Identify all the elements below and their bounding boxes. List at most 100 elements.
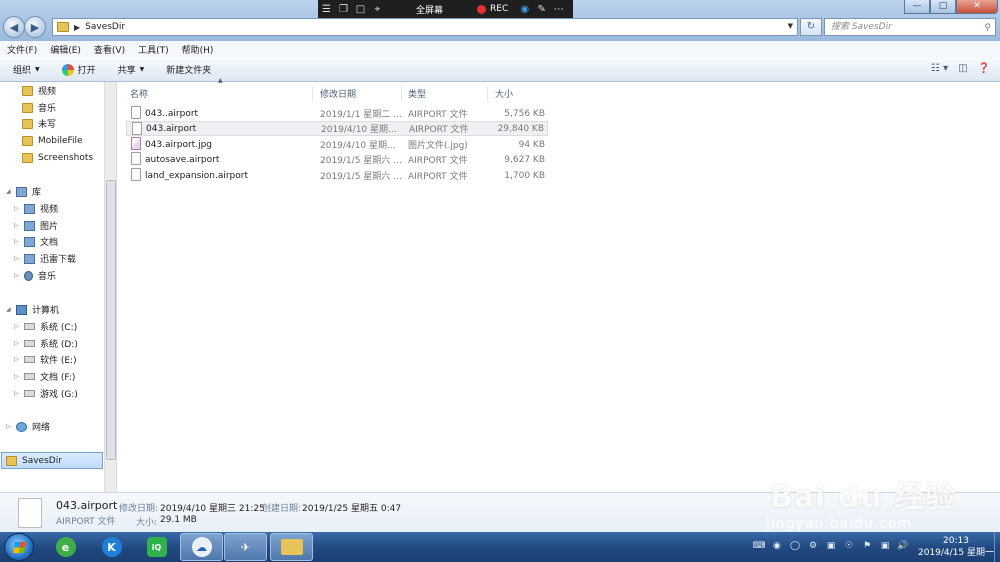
expand-arrow-icon[interactable]: ▷ — [6, 423, 14, 430]
nav-item-lib-videos[interactable]: ▷ 视频 — [14, 201, 58, 216]
expand-arrow-icon[interactable]: ▷ — [14, 205, 22, 212]
nav-scroll-thumb[interactable] — [106, 180, 116, 460]
file-row-selected[interactable]: 043.airport 2019/4/10 星期... AIRPORT 文件 2… — [126, 121, 548, 136]
address-dropdown-icon[interactable]: ▼ — [788, 22, 793, 30]
nav-item-drive-e[interactable]: ▷ 软件 (E:) — [14, 352, 77, 367]
nav-label: 系统 (D:) — [40, 340, 78, 350]
tray-app-icon[interactable]: ◉ — [770, 541, 784, 553]
expand-arrow-icon[interactable]: ▷ — [14, 373, 22, 380]
nav-item-drive-g[interactable]: ▷ 游戏 (G:) — [14, 386, 78, 401]
record-tray-icon[interactable]: ◯ — [788, 541, 802, 553]
nav-item-lib-pictures[interactable]: ▷ 图片 — [14, 218, 58, 233]
preview-pane-icon[interactable]: ◫ — [958, 63, 967, 74]
steam-icon[interactable]: ⚙ — [806, 541, 820, 553]
expand-arrow-icon[interactable]: ▷ — [14, 340, 22, 347]
share-button[interactable]: 共享 ▼ — [118, 63, 145, 76]
nav-item-libraries[interactable]: ◢ 库 — [6, 184, 41, 199]
column-header-date[interactable]: 修改日期 — [320, 87, 356, 100]
menu-help[interactable]: 帮助(H) — [182, 43, 214, 56]
breadcrumb-chevron-icon[interactable]: ▶ — [74, 23, 80, 32]
refresh-button[interactable]: ↻ — [800, 18, 822, 36]
nav-item-computer[interactable]: ◢ 计算机 — [6, 302, 59, 317]
security-icon[interactable]: ☉ — [842, 541, 856, 553]
nav-item-network[interactable]: ▷ 网络 — [6, 419, 50, 434]
window-mode-icon[interactable]: ❐ — [335, 4, 352, 15]
menu-view[interactable]: 查看(V) — [94, 43, 125, 56]
nav-item-lib-documents[interactable]: ▷ 文档 — [14, 234, 58, 249]
organize-button[interactable]: 组织 ▼ — [13, 63, 40, 76]
expand-arrow-icon[interactable]: ▷ — [14, 238, 22, 245]
keyboard-icon[interactable]: ⌨ — [752, 541, 766, 553]
pen-icon[interactable]: ✎ — [533, 4, 550, 15]
forward-button[interactable]: ▶ — [24, 16, 46, 38]
taskbar-app-2[interactable]: K — [90, 533, 133, 561]
file-row[interactable]: land_expansion.airport 2019/1/5 星期六 ... … — [126, 168, 548, 183]
nav-item-lib-thunder[interactable]: ▷ 迅雷下载 — [14, 251, 76, 266]
open-button[interactable]: 打开 — [61, 63, 96, 76]
menu-icon[interactable]: ☰ — [318, 4, 335, 15]
show-desktop-button[interactable] — [994, 532, 1000, 562]
taskbar-app-4[interactable]: ☁ — [180, 533, 223, 561]
minimize-button[interactable]: — — [904, 0, 930, 14]
view-options-icon[interactable]: ☷ ▾ — [931, 63, 948, 74]
expand-arrow-icon[interactable]: ▷ — [14, 356, 22, 363]
collapse-arrow-icon[interactable]: ◢ — [6, 306, 14, 313]
expand-arrow-icon[interactable]: ▷ — [14, 323, 22, 330]
nav-item-drive-f[interactable]: ▷ 文档 (F:) — [14, 369, 75, 384]
nav-item-savesdir[interactable]: SavesDir — [6, 453, 62, 468]
iqiyi-icon: iQ — [146, 537, 167, 557]
nav-item-mobilefile[interactable]: MobileFile — [22, 133, 83, 148]
taskbar-app-1[interactable]: e — [44, 533, 87, 561]
breadcrumb-savesdir[interactable]: SavesDir — [85, 22, 125, 32]
nav-label: 音乐 — [38, 104, 57, 114]
close-button[interactable]: ✕ — [956, 0, 998, 14]
camera-icon[interactable]: ◉ — [516, 4, 533, 15]
taskbar: e K iQ ☁ ✈ ⌨ ◉ ◯ ⚙ ▣ ☉ ⚑ ▣ 🔊 20:13 2019/… — [0, 532, 1000, 562]
file-size: 29,840 KB — [497, 123, 544, 134]
rec-button[interactable]: REC — [490, 4, 508, 14]
nav-item-screenshots[interactable]: Screenshots — [22, 150, 93, 165]
taskbar-app-3[interactable]: iQ — [135, 533, 178, 561]
nav-item-music-fav[interactable]: 音乐 — [22, 100, 56, 115]
maximize-button[interactable]: □ — [930, 0, 956, 14]
taskbar-explorer[interactable] — [270, 533, 313, 561]
column-header-type[interactable]: 类型 — [408, 87, 426, 100]
file-date: 2019/4/10 星期... — [321, 125, 397, 135]
new-folder-button[interactable]: 新建文件夹 — [166, 63, 211, 76]
expand-arrow-icon[interactable]: ▷ — [14, 222, 22, 229]
more-icon[interactable]: ⋯ — [550, 4, 567, 15]
crop-icon[interactable]: ⌖ — [369, 4, 386, 15]
menu-edit[interactable]: 编辑(E) — [50, 43, 81, 56]
search-input[interactable]: 搜索 SavesDir ⚲ — [824, 18, 996, 36]
file-row[interactable]: 043..airport 2019/1/1 星期二 ... AIRPORT 文件… — [126, 106, 548, 121]
fullscreen-mode[interactable]: 全屏幕 — [416, 3, 443, 16]
column-header-name[interactable]: 名称 — [130, 87, 148, 100]
help-icon[interactable]: ❓ — [978, 63, 990, 74]
start-button[interactable] — [4, 533, 34, 561]
nav-scrollbar[interactable] — [104, 82, 116, 492]
collapse-arrow-icon[interactable]: ◢ — [6, 188, 14, 195]
expand-arrow-icon[interactable]: ▷ — [14, 272, 22, 279]
menu-tools[interactable]: 工具(T) — [138, 43, 169, 56]
column-header-size[interactable]: 大小 — [495, 87, 513, 100]
nav-item-lib-music[interactable]: ▷ 音乐 — [14, 268, 56, 283]
address-bar[interactable]: ▶ SavesDir ▼ — [52, 18, 798, 36]
expand-arrow-icon[interactable]: ▷ — [14, 255, 22, 262]
nav-item-drive-d[interactable]: ▷ 系统 (D:) — [14, 336, 78, 351]
nvidia-icon[interactable]: ▣ — [824, 541, 838, 553]
back-button[interactable]: ◀ — [3, 16, 25, 38]
volume-icon[interactable]: 🔊 — [896, 541, 910, 553]
clock[interactable]: 20:13 2019/4/15 星期一 — [918, 535, 994, 559]
flag-icon[interactable]: ⚑ — [860, 541, 874, 553]
nav-item-drive-c[interactable]: ▷ 系统 (C:) — [14, 319, 77, 334]
region-icon[interactable]: □ — [352, 4, 369, 15]
nav-item-videos-fav[interactable]: 视频 — [22, 83, 56, 98]
file-row[interactable]: autosave.airport 2019/1/5 星期六 ... AIRPOR… — [126, 152, 548, 167]
image-file-icon — [131, 137, 141, 150]
expand-arrow-icon[interactable]: ▷ — [14, 390, 22, 397]
file-row[interactable]: 043.airport.jpg 2019/4/10 星期... 图片文件(.jp… — [126, 137, 548, 152]
nav-item-weixie[interactable]: 未写 — [22, 116, 56, 131]
network-tray-icon[interactable]: ▣ — [878, 541, 892, 553]
taskbar-app-5[interactable]: ✈ — [224, 533, 267, 561]
menu-file[interactable]: 文件(F) — [7, 43, 37, 56]
